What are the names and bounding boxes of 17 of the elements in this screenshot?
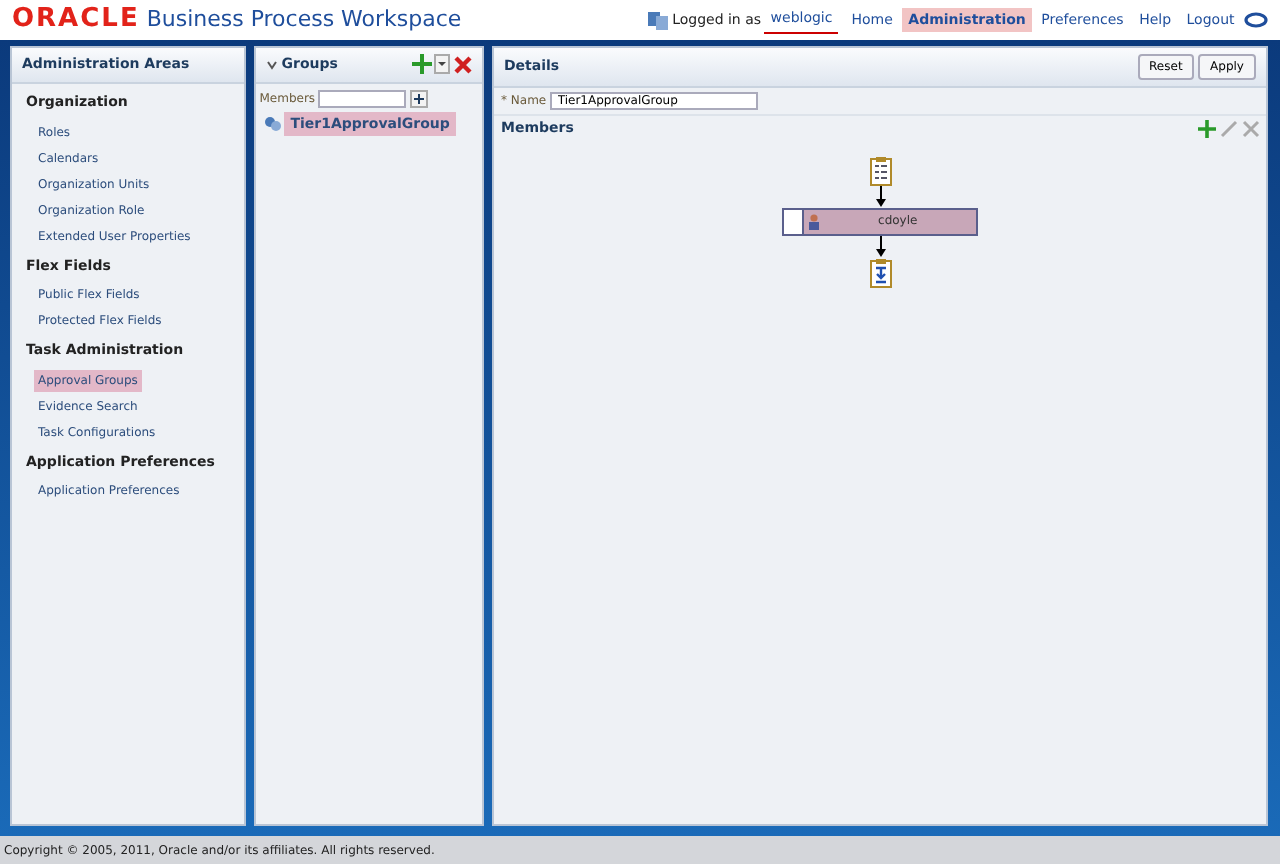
collapse-icon[interactable] [266,59,278,70]
arrow [875,235,885,257]
app-title: Business Process Workspace [146,3,462,36]
user-icon [648,11,669,29]
oracle-ring-icon [1244,12,1268,28]
logo: ORACLE [12,2,140,39]
edit-icon[interactable] [1219,120,1238,138]
group-icon [263,116,281,132]
add-icon[interactable] [410,90,429,108]
end-icon [869,257,891,287]
delete-icon[interactable] [454,55,472,74]
delete-icon[interactable] [1241,120,1259,138]
arrow [875,185,885,207]
person-icon [807,213,820,229]
dropdown-icon[interactable] [434,54,451,75]
start-icon [869,155,891,185]
members-field[interactable] [318,90,407,108]
